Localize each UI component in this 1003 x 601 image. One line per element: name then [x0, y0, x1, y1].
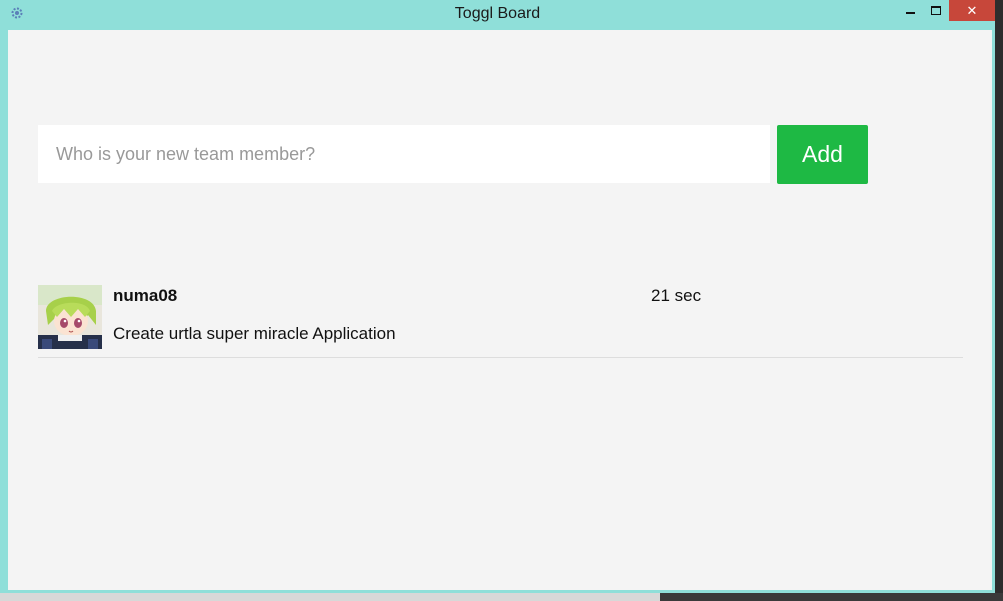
new-member-input[interactable] [38, 125, 770, 183]
desktop-background-bottom [0, 593, 1003, 601]
member-list: numa08 21 sec Create urtla super miracle… [38, 284, 963, 358]
desktop-background-right [995, 0, 1003, 601]
member-task: Create urtla super miracle Application [113, 324, 396, 343]
window-controls: ✕ [897, 0, 995, 21]
desktop-taskbar-strip [0, 593, 660, 601]
app-window: Toggl Board ✕ Add [0, 0, 995, 593]
minimize-icon [905, 11, 915, 14]
member-name: numa08 [113, 286, 178, 305]
maximize-icon [931, 6, 941, 15]
maximize-button[interactable] [923, 0, 949, 21]
add-button[interactable]: Add [777, 125, 868, 184]
anime-avatar-icon [38, 285, 102, 349]
client-area: Add [8, 30, 992, 590]
elapsed-time: 21 sec [651, 286, 702, 305]
close-icon: ✕ [966, 2, 978, 18]
window-title: Toggl Board [454, 5, 541, 22]
close-button[interactable]: ✕ [949, 0, 995, 21]
minimize-button[interactable] [897, 0, 923, 21]
list-item[interactable]: numa08 21 sec Create urtla super miracle… [38, 284, 963, 358]
title-bar[interactable]: Toggl Board ✕ [0, 0, 995, 30]
